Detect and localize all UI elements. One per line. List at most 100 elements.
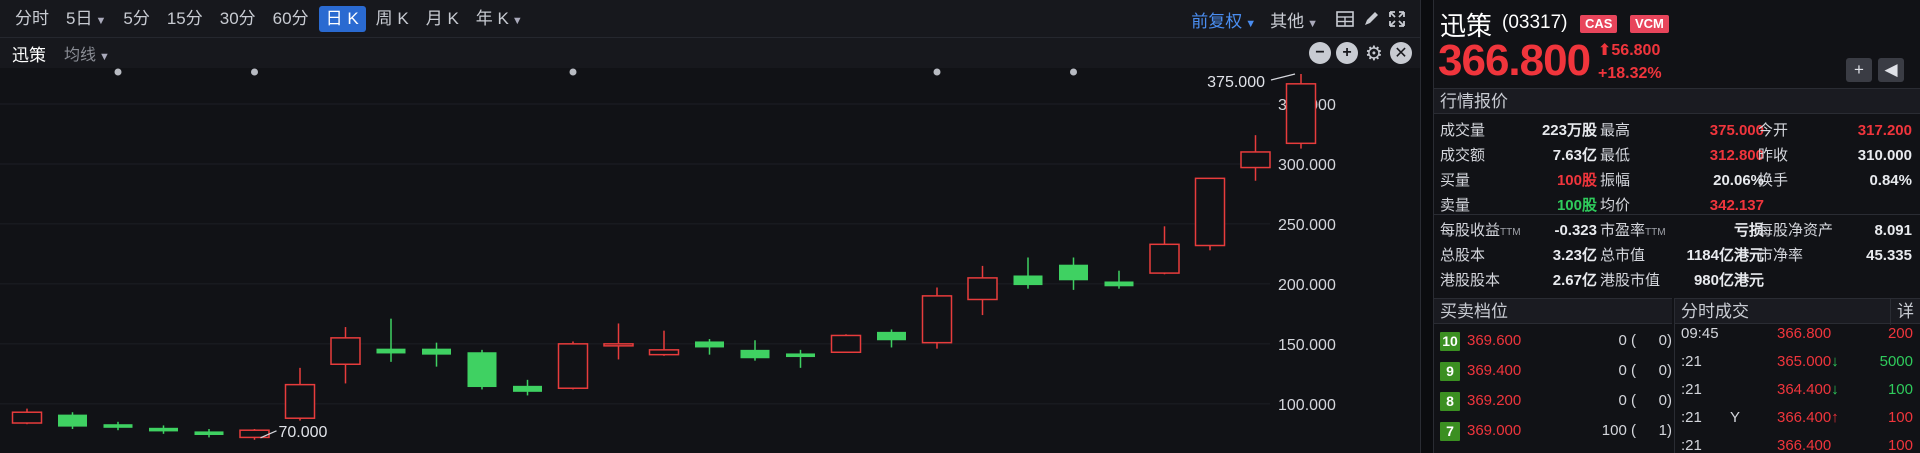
orderbook-row[interactable]: 10 369.600 0 (0) — [1440, 328, 1672, 354]
candle-body[interactable] — [921, 295, 953, 344]
trade-row: :21 365.000↓ 5000 — [1675, 348, 1920, 376]
gear-icon[interactable]: ⚙ — [1363, 42, 1385, 65]
event-marker[interactable] — [1070, 68, 1077, 76]
trade-row: :21 364.400↓ 100 — [1675, 376, 1920, 404]
chevron-down-icon: ▼ — [99, 51, 110, 63]
candle-body[interactable] — [557, 343, 589, 389]
trade-row: :21 366.400 100 — [1675, 432, 1920, 453]
quote-value: 0.84% — [1869, 172, 1912, 189]
add-watchlist-icon[interactable]: + — [1846, 58, 1872, 82]
ma-dropdown[interactable]: 均线 ▼ — [64, 41, 110, 65]
candle-body[interactable] — [376, 348, 406, 354]
price-change-percent: +18.32% — [1598, 65, 1662, 82]
candle-body[interactable] — [786, 353, 815, 358]
level-volume: 0 ( — [1618, 362, 1636, 379]
trade-volume: 200 — [1887, 325, 1913, 342]
other-dropdown[interactable]: 其他 ▼ — [1270, 7, 1318, 32]
candle-body[interactable] — [194, 431, 224, 436]
period-tab-7[interactable]: 周 K — [369, 6, 416, 32]
period-tab-8[interactable]: 月 K — [419, 6, 466, 32]
ma-label: 均线 — [64, 47, 97, 64]
quote-label-text: 港股市值 — [1600, 272, 1661, 289]
period-tab-5[interactable]: 60分 — [266, 6, 316, 32]
close-icon[interactable]: ✕ — [1390, 42, 1412, 64]
adjust-dropdown[interactable]: 前复权 ▼ — [1191, 7, 1256, 32]
candle-body[interactable] — [467, 352, 497, 388]
arrow-down-icon: ↓ — [1831, 353, 1839, 370]
level-count: 0) — [1658, 332, 1672, 349]
candle-body[interactable] — [103, 424, 133, 428]
event-marker[interactable] — [251, 68, 258, 76]
candle-body[interactable] — [513, 385, 542, 392]
candle-body[interactable] — [58, 414, 87, 427]
quote-separator — [1434, 214, 1920, 215]
candle-body[interactable] — [695, 341, 724, 348]
event-marker[interactable] — [933, 68, 941, 76]
period-tab-9[interactable]: 年 K ▼ — [469, 6, 530, 32]
period-tab-3[interactable]: 15分 — [160, 6, 210, 32]
trade-time: 09:45 — [1681, 325, 1719, 342]
period-tab-label: 年 K — [475, 8, 509, 28]
last-price: 366.800 — [1438, 36, 1591, 85]
draw-pen-icon[interactable] — [1358, 6, 1384, 32]
candle-body[interactable] — [11, 411, 43, 424]
layout-grid-icon[interactable] — [1332, 6, 1358, 32]
candle-body[interactable] — [1285, 83, 1317, 145]
period-tab-4[interactable]: 30分 — [213, 6, 263, 32]
candle-body[interactable] — [1059, 264, 1088, 281]
event-marker[interactable] — [569, 68, 577, 76]
expand-icon[interactable]: ◀ — [1878, 58, 1904, 82]
event-marker[interactable] — [114, 68, 122, 76]
candle-body[interactable] — [284, 383, 316, 419]
candle-body[interactable] — [330, 337, 361, 365]
candle-body[interactable] — [1194, 177, 1226, 247]
level-count: 1) — [1658, 422, 1672, 439]
candlestick-chart[interactable]: 100.000150.000200.000250.000300.000350.0… — [0, 68, 1420, 453]
quote-label: 振幅 — [1600, 172, 1631, 189]
zoom-in-icon[interactable]: + — [1336, 42, 1358, 64]
arrow-down-icon: ↓ — [1831, 381, 1839, 398]
candle-body[interactable] — [1240, 151, 1271, 169]
quote-label-text: 每股净资产 — [1758, 222, 1834, 239]
quote-label-text: 总市值 — [1600, 247, 1646, 264]
candle-body[interactable] — [1104, 281, 1134, 287]
quote-value: 223万股 — [1541, 122, 1597, 139]
candle-body[interactable] — [967, 277, 998, 301]
trade-time: :21 — [1681, 409, 1702, 426]
app-window: 分时 5日 ▼ 5分 15分 30分 60分日 K周 K月 K年 K ▼ 前复权 ▼ 其他 ▼ 迅… — [0, 0, 1920, 453]
orderbook-row[interactable]: 7 369.000 100 (1) — [1440, 418, 1672, 444]
period-tab-0[interactable]: 分时 — [8, 6, 56, 32]
panel-divider[interactable] — [1420, 0, 1434, 453]
candle-body[interactable] — [1013, 275, 1043, 286]
trade-row: :21 Y 366.400↑ 100 — [1675, 404, 1920, 432]
orderbook-row[interactable]: 9 369.400 0 (0) — [1440, 358, 1672, 384]
level-volume: 0 ( — [1618, 332, 1636, 349]
quote-label-suffix: TTM — [1645, 227, 1666, 238]
fullscreen-icon[interactable] — [1384, 6, 1410, 32]
orderbook-row[interactable]: 8 369.200 0 (0) — [1440, 388, 1672, 414]
candle-body[interactable] — [877, 331, 906, 341]
candle-body[interactable] — [830, 334, 862, 354]
quote-label: 总股本 — [1440, 243, 1485, 268]
adjust-label: 前复权 — [1191, 11, 1243, 31]
chart-header: 迅策 均线 ▼ − + ⚙ ✕ — [0, 38, 1420, 68]
period-tab-2[interactable]: 5分 — [116, 6, 156, 32]
candle-body[interactable] — [648, 349, 680, 356]
quote-label: 总市值 — [1600, 243, 1645, 268]
chart-panel: 分时 5日 ▼ 5分 15分 30分 60分日 K周 K月 K年 K ▼ 前复权 ▼ 其他 ▼ 迅… — [0, 0, 1420, 453]
candle-body[interactable] — [740, 349, 770, 359]
quote-value: 312.800 — [1709, 147, 1764, 164]
quote-value: 亏损 — [1733, 222, 1764, 239]
candle-body[interactable] — [149, 427, 178, 432]
level-badge: 8 — [1440, 392, 1460, 411]
candle-body[interactable] — [422, 348, 451, 355]
quote-label-text: 每股收益 — [1440, 222, 1501, 239]
candle-body[interactable] — [1149, 243, 1180, 274]
max-label-arrow — [1270, 73, 1296, 81]
zoom-out-icon[interactable]: − — [1309, 42, 1331, 64]
candle-body[interactable] — [603, 343, 634, 347]
period-tab-1[interactable]: 5日 ▼ — [59, 6, 113, 32]
period-tab-6[interactable]: 日 K — [318, 5, 366, 32]
trade-price: 366.400↑ — [1777, 404, 1839, 432]
max-price-label: 375.000 — [1207, 74, 1265, 91]
